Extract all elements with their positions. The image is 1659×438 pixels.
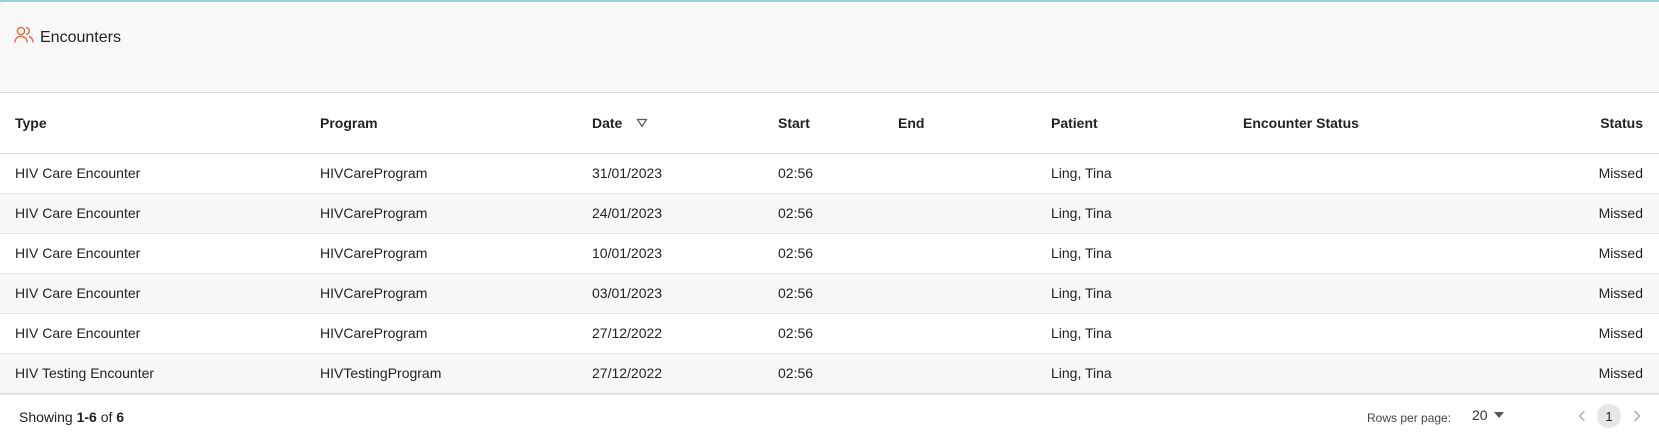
sort-descending-icon[interactable] — [636, 118, 648, 128]
cell-program: HIVTestingProgram — [320, 365, 442, 381]
table-footer: Showing 1-6 of 6 Rows per page: 20 1 — [0, 394, 1659, 438]
cell-status: Missed — [1598, 205, 1643, 221]
column-header-type[interactable]: Type — [15, 115, 47, 131]
cell-date: 27/12/2022 — [592, 325, 663, 341]
cell-status: Missed — [1598, 245, 1643, 261]
cell-start: 02:56 — [778, 165, 814, 181]
cell-type: HIV Testing Encounter — [15, 365, 155, 381]
column-header-start[interactable]: Start — [778, 115, 810, 131]
cell-status: Missed — [1598, 285, 1643, 301]
cell-start: 02:56 — [778, 245, 814, 261]
table-row[interactable]: HIV Care Encounter HIVCareProgram 10/01/20… — [0, 234, 1659, 274]
cell-patient: Ling, Tina — [1051, 245, 1112, 261]
cell-program: HIVCareProgram — [320, 245, 428, 261]
users-icon — [14, 26, 34, 49]
cell-status: Missed — [1598, 165, 1643, 181]
cell-date: 24/01/2023 — [592, 205, 663, 221]
chevron-down-icon — [1493, 412, 1504, 418]
column-header-end[interactable]: End — [898, 115, 924, 131]
chevron-right-icon[interactable] — [1630, 408, 1644, 424]
cell-start: 02:56 — [778, 365, 814, 381]
cell-type: HIV Care Encounter — [15, 165, 141, 181]
page-title-text: Encounters — [40, 28, 121, 46]
cell-status: Missed — [1598, 325, 1643, 341]
panel-header: Encounters — [0, 4, 1659, 93]
cell-patient: Ling, Tina — [1051, 205, 1112, 221]
showing-count: Showing 1-6 of 6 — [19, 409, 125, 425]
cell-program: HIVCareProgram — [320, 205, 428, 221]
column-header-date[interactable]: Date — [592, 115, 648, 131]
cell-start: 02:56 — [778, 285, 814, 301]
cell-type: HIV Care Encounter — [15, 325, 141, 341]
cell-patient: Ling, Tina — [1051, 165, 1112, 181]
rows-per-page-label: Rows per page: — [1367, 411, 1452, 425]
cell-patient: Ling, Tina — [1051, 325, 1112, 341]
cell-date: 10/01/2023 — [592, 245, 663, 261]
column-header-encounter-status[interactable]: Encounter Status — [1243, 115, 1359, 131]
cell-program: HIVCareProgram — [320, 285, 428, 301]
table-header: Type Program Date Start End Patient Enco… — [0, 93, 1659, 154]
cell-program: HIVCareProgram — [320, 165, 428, 181]
cell-date: 27/12/2022 — [592, 365, 663, 381]
column-header-patient[interactable]: Patient — [1051, 115, 1098, 131]
cell-patient: Ling, Tina — [1051, 365, 1112, 381]
cell-patient: Ling, Tina — [1051, 285, 1112, 301]
cell-type: HIV Care Encounter — [15, 285, 141, 301]
rows-per-page-select[interactable]: 20 — [1472, 407, 1504, 423]
cell-start: 02:56 — [778, 205, 814, 221]
table-row[interactable]: HIV Care Encounter HIVCareProgram 31/01/20… — [0, 154, 1659, 194]
cell-type: HIV Care Encounter — [15, 205, 141, 221]
cell-status: Missed — [1598, 365, 1643, 381]
chevron-left-icon[interactable] — [1575, 408, 1589, 424]
table-row[interactable]: HIV Care Encounter HIVCareProgram 03/01/20… — [0, 274, 1659, 314]
page-title: Encounters — [14, 26, 121, 49]
cell-type: HIV Care Encounter — [15, 245, 141, 261]
page-button-current[interactable]: 1 — [1597, 404, 1621, 428]
column-header-program[interactable]: Program — [320, 115, 378, 131]
column-header-status[interactable]: Status — [1600, 115, 1643, 131]
table-row[interactable]: HIV Testing Encounter HIVTestingProgram 27… — [0, 354, 1659, 394]
cell-date: 03/01/2023 — [592, 285, 663, 301]
cell-start: 02:56 — [778, 325, 814, 341]
encounters-panel: Encounters Type Program Date Start End P… — [0, 0, 1659, 438]
cell-program: HIVCareProgram — [320, 325, 428, 341]
table-row[interactable]: HIV Care Encounter HIVCareProgram 27/12/20… — [0, 314, 1659, 354]
table-row[interactable]: HIV Care Encounter HIVCareProgram 24/01/20… — [0, 194, 1659, 234]
rows-per-page-value: 20 — [1472, 407, 1488, 423]
cell-date: 31/01/2023 — [592, 165, 663, 181]
